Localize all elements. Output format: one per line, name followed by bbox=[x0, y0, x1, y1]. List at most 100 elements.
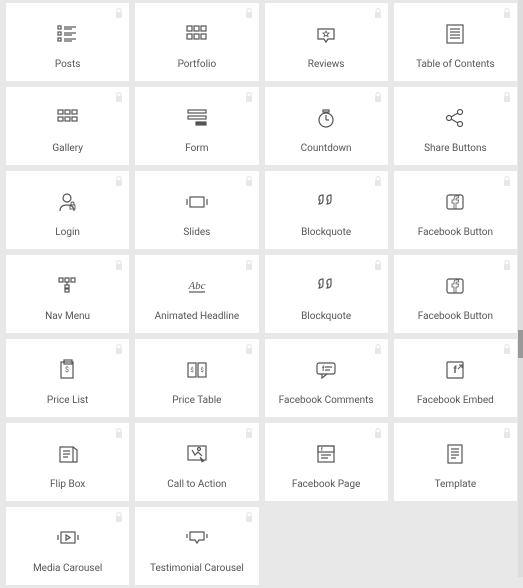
widget-flip-box[interactable]: Flip Box bbox=[6, 423, 129, 501]
widget-label: Facebook Button bbox=[414, 227, 497, 238]
widget-label: Facebook Comments bbox=[275, 395, 378, 406]
widget-label: Media Carousel bbox=[29, 563, 106, 574]
widget-label: Flip Box bbox=[46, 479, 89, 490]
lock-icon bbox=[373, 259, 383, 271]
lock-icon bbox=[114, 511, 124, 523]
lock-icon bbox=[244, 7, 254, 19]
widget-share-buttons[interactable]: Share Buttons bbox=[394, 87, 517, 165]
widget-label: Blockquote bbox=[297, 227, 355, 238]
fb-button-icon bbox=[442, 185, 468, 219]
widget-animated-headline[interactable]: Animated Headline bbox=[135, 255, 258, 333]
widget-nav-menu[interactable]: Nav Menu bbox=[6, 255, 129, 333]
portfolio-icon bbox=[184, 17, 210, 51]
widget-portfolio[interactable]: Portfolio bbox=[135, 3, 258, 81]
widget-login[interactable]: Login bbox=[6, 171, 129, 249]
widget-label: Price List bbox=[43, 395, 92, 406]
lock-icon bbox=[244, 343, 254, 355]
countdown-icon bbox=[313, 101, 339, 135]
widget-form[interactable]: Form bbox=[135, 87, 258, 165]
blockquote-icon bbox=[313, 269, 339, 303]
cta-icon bbox=[184, 437, 210, 471]
lock-icon bbox=[114, 7, 124, 19]
widget-reviews[interactable]: Reviews bbox=[265, 3, 388, 81]
lock-icon bbox=[373, 7, 383, 19]
nav-menu-icon bbox=[55, 269, 81, 303]
widget-label: Slides bbox=[179, 227, 214, 238]
widget-facebook-button[interactable]: Facebook Button bbox=[394, 171, 517, 249]
widget-label: Facebook Page bbox=[288, 479, 365, 490]
form-icon bbox=[184, 101, 210, 135]
widget-label: Countdown bbox=[297, 143, 356, 154]
posts-icon bbox=[55, 17, 81, 51]
flip-box-icon bbox=[55, 437, 81, 471]
slides-icon bbox=[184, 185, 210, 219]
widget-label: Posts bbox=[51, 59, 85, 70]
price-list-icon bbox=[55, 353, 81, 387]
lock-icon bbox=[244, 175, 254, 187]
toc-icon bbox=[442, 17, 468, 51]
scrollbar-track[interactable] bbox=[518, 0, 523, 577]
testimonial-carousel-icon bbox=[184, 521, 210, 555]
lock-icon bbox=[114, 259, 124, 271]
template-icon bbox=[442, 437, 468, 471]
widget-label: Blockquote bbox=[297, 311, 355, 322]
widget-price-table[interactable]: Price Table bbox=[135, 339, 258, 417]
scrollbar-thumb[interactable] bbox=[518, 330, 523, 358]
widget-label: Form bbox=[181, 143, 212, 154]
lock-icon bbox=[244, 511, 254, 523]
widget-grid: Posts Portfolio Reviews Table of Contents Ga… bbox=[0, 0, 523, 588]
animated-headline-icon bbox=[184, 269, 210, 303]
widget-table-of-contents[interactable]: Table of Contents bbox=[394, 3, 517, 81]
widget-facebook-embed[interactable]: Facebook Embed bbox=[394, 339, 517, 417]
widget-price-list[interactable]: Price List bbox=[6, 339, 129, 417]
lock-icon bbox=[244, 259, 254, 271]
lock-icon bbox=[114, 427, 124, 439]
lock-icon bbox=[502, 175, 512, 187]
login-icon bbox=[55, 185, 81, 219]
fb-embed-icon bbox=[442, 353, 468, 387]
widget-blockquote-2[interactable]: Blockquote bbox=[265, 255, 388, 333]
fb-comments-icon bbox=[313, 353, 339, 387]
media-carousel-icon bbox=[55, 521, 81, 555]
lock-icon bbox=[502, 343, 512, 355]
widget-label: Portfolio bbox=[174, 59, 221, 70]
widget-call-to-action[interactable]: Call to Action bbox=[135, 423, 258, 501]
widget-label: Animated Headline bbox=[151, 311, 244, 322]
fb-page-icon bbox=[313, 437, 339, 471]
widget-countdown[interactable]: Countdown bbox=[265, 87, 388, 165]
lock-icon bbox=[502, 259, 512, 271]
lock-icon bbox=[114, 343, 124, 355]
lock-icon bbox=[114, 175, 124, 187]
fb-button-icon bbox=[442, 269, 468, 303]
widget-label: Price Table bbox=[168, 395, 225, 406]
widget-facebook-comments[interactable]: Facebook Comments bbox=[265, 339, 388, 417]
widget-label: Table of Contents bbox=[412, 59, 499, 70]
widget-testimonial-carousel[interactable]: Testimonial Carousel bbox=[135, 507, 258, 585]
widget-posts[interactable]: Posts bbox=[6, 3, 129, 81]
widget-label: Template bbox=[431, 479, 481, 490]
share-icon bbox=[442, 101, 468, 135]
widget-slides[interactable]: Slides bbox=[135, 171, 258, 249]
widget-template[interactable]: Template bbox=[394, 423, 517, 501]
widget-label: Facebook Embed bbox=[413, 395, 498, 406]
lock-icon bbox=[502, 7, 512, 19]
widget-label: Gallery bbox=[48, 143, 87, 154]
widget-label: Facebook Button bbox=[414, 311, 497, 322]
lock-icon bbox=[373, 175, 383, 187]
widget-facebook-page[interactable]: Facebook Page bbox=[265, 423, 388, 501]
price-table-icon bbox=[184, 353, 210, 387]
lock-icon bbox=[244, 427, 254, 439]
widget-label: Reviews bbox=[304, 59, 349, 70]
gallery-icon bbox=[55, 101, 81, 135]
widget-gallery[interactable]: Gallery bbox=[6, 87, 129, 165]
widget-facebook-button-2[interactable]: Facebook Button bbox=[394, 255, 517, 333]
widget-media-carousel[interactable]: Media Carousel bbox=[6, 507, 129, 585]
lock-icon bbox=[373, 91, 383, 103]
reviews-icon bbox=[313, 17, 339, 51]
widget-label: Call to Action bbox=[163, 479, 230, 490]
widget-blockquote[interactable]: Blockquote bbox=[265, 171, 388, 249]
lock-icon bbox=[502, 91, 512, 103]
widget-label: Nav Menu bbox=[41, 311, 94, 322]
lock-icon bbox=[373, 427, 383, 439]
widget-label: Share Buttons bbox=[420, 143, 491, 154]
